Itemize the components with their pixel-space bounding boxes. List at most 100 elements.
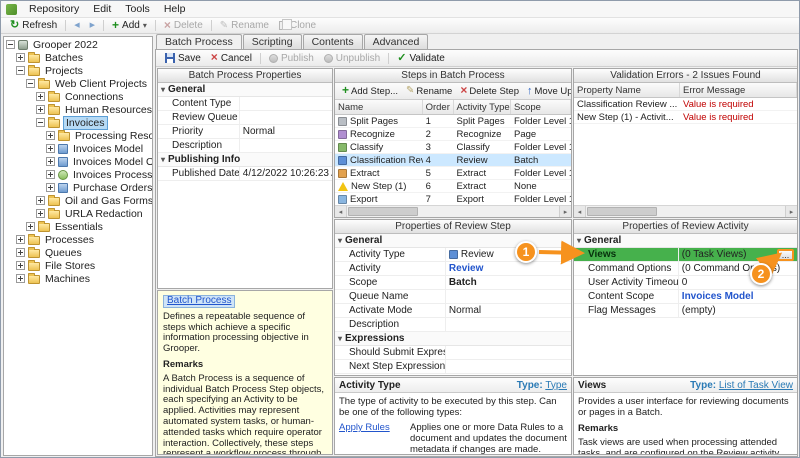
rename-button[interactable]: Rename [215, 18, 274, 33]
property-row-priority[interactable]: PriorityNormal [158, 125, 332, 139]
expand-icon[interactable] [46, 170, 55, 179]
collapse-icon[interactable] [36, 118, 45, 127]
step-row-split-pages[interactable]: Split Pages1Split PagesFolder Level 1 [335, 115, 571, 128]
apply-rules-link[interactable]: Apply Rules [339, 422, 405, 455]
delete-step-button[interactable]: Delete Step [456, 85, 523, 97]
validate-button[interactable]: Validate [392, 51, 450, 66]
menu-repository[interactable]: Repository [22, 2, 86, 16]
property-row-should-submit-expression[interactable]: Should Submit Expression [335, 346, 571, 360]
tree-item-invoices-process[interactable]: Invoices Process [4, 168, 152, 181]
task-view-link[interactable]: List of Task View [719, 380, 793, 391]
collapse-icon[interactable] [6, 40, 15, 49]
cancel-button[interactable]: Cancel [206, 51, 257, 66]
scrollbar-thumb[interactable] [348, 207, 418, 216]
tree-item-invoices-model-old[interactable]: Invoices Model OLD [4, 155, 152, 168]
add-button[interactable]: Add [107, 18, 152, 33]
rename-step-button[interactable]: Rename [402, 86, 456, 97]
back-button[interactable] [69, 18, 84, 33]
tree-item-processes[interactable]: Processes [4, 233, 152, 246]
property-row-description[interactable]: Description [335, 318, 571, 332]
batch-process-link[interactable]: Batch Process [163, 295, 235, 308]
menu-help[interactable]: Help [157, 2, 193, 16]
expand-icon[interactable] [16, 274, 25, 283]
tree-item-grooper-2022[interactable]: Grooper 2022 [4, 38, 152, 51]
tree-item-queues[interactable]: Queues [4, 246, 152, 259]
property-row-activity[interactable]: ActivityReview [335, 262, 571, 276]
collapse-icon[interactable] [16, 66, 25, 75]
menu-tools[interactable]: Tools [118, 2, 157, 16]
property-row-next-step-expression[interactable]: Next Step Expression [335, 360, 571, 374]
property-row-content-type[interactable]: Content Type [158, 97, 332, 111]
refresh-button[interactable]: Refresh [5, 18, 62, 33]
tree-item-file-stores[interactable]: File Stores [4, 259, 152, 272]
scroll-left-button[interactable] [574, 206, 586, 217]
unpublish-button[interactable]: Unpublish [319, 51, 385, 66]
scroll-right-button[interactable] [785, 206, 797, 217]
tree-item-invoices-model[interactable]: Invoices Model [4, 142, 152, 155]
expand-icon[interactable] [36, 92, 45, 101]
expand-icon[interactable] [16, 235, 25, 244]
property-row-views[interactable]: Views(0 Task Views)... [574, 248, 797, 262]
expand-icon[interactable] [16, 248, 25, 257]
expand-icon[interactable] [36, 105, 45, 114]
column-scope[interactable]: Scope [511, 100, 571, 114]
column-error-message[interactable]: Error Message [680, 83, 797, 97]
expand-icon[interactable] [36, 209, 45, 218]
type-link[interactable]: Type [545, 380, 567, 391]
property-value[interactable]: Review [446, 262, 571, 275]
add-step-button[interactable]: Add Step... [338, 85, 402, 97]
publish-button[interactable]: Publish [264, 51, 319, 66]
tree-item-machines[interactable]: Machines [4, 272, 152, 285]
property-row-activate-mode[interactable]: Activate ModeNormal [335, 304, 571, 318]
tab-batch-process[interactable]: Batch Process [156, 34, 242, 49]
horizontal-scrollbar[interactable] [335, 205, 571, 217]
property-row-scope[interactable]: ScopeBatch [335, 276, 571, 290]
expand-icon[interactable] [46, 144, 55, 153]
forward-button[interactable] [85, 18, 100, 33]
scroll-left-button[interactable] [335, 206, 347, 217]
tree-item-urla-redaction[interactable]: URLA Redaction [4, 207, 152, 220]
scrollbar-thumb[interactable] [587, 207, 657, 216]
move-up-button[interactable]: Move Up [523, 86, 572, 97]
expand-icon[interactable] [16, 53, 25, 62]
tree-item-purchase-orders[interactable]: Purchase Orders [4, 181, 152, 194]
tree-item-web-client-projects[interactable]: Web Client Projects [4, 77, 152, 90]
tree-item-processing-resources[interactable]: Processing Resources [4, 129, 152, 142]
step-row-new-step-1[interactable]: New Step (1)6ExtractNone [335, 180, 571, 193]
tree-item-oil-and-gas-forms[interactable]: Oil and Gas Forms [4, 194, 152, 207]
tree-item-essentials[interactable]: Essentials [4, 220, 152, 233]
group-expressions[interactable]: Expressions [335, 332, 571, 346]
property-row-description[interactable]: Description [158, 139, 332, 153]
clone-button[interactable]: Clone [274, 18, 321, 33]
group-general[interactable]: General [574, 234, 797, 248]
property-row-review-queue[interactable]: Review Queue [158, 111, 332, 125]
collapse-icon[interactable] [26, 79, 35, 88]
expand-icon[interactable] [46, 157, 55, 166]
property-row-content-scope[interactable]: Content ScopeInvoices Model [574, 290, 797, 304]
expand-icon[interactable] [46, 131, 55, 140]
column-property-name[interactable]: Property Name [574, 83, 680, 97]
tree-item-human-resources[interactable]: Human Resources [4, 103, 152, 116]
group-publishing-info[interactable]: Publishing Info [158, 153, 332, 167]
tree-item-invoices[interactable]: Invoices [4, 116, 152, 129]
horizontal-scrollbar[interactable] [574, 205, 797, 217]
tree-item-projects[interactable]: Projects [4, 64, 152, 77]
validation-row[interactable]: New Step (1) - Activit...Value is requir… [574, 111, 797, 124]
property-row-queue-name[interactable]: Queue Name [335, 290, 571, 304]
delete-button[interactable]: Delete [159, 18, 208, 33]
validation-row[interactable]: Classification Review ...Value is requir… [574, 98, 797, 111]
views-ellipsis-button[interactable]: ... [777, 249, 794, 261]
step-row-extract[interactable]: Extract5ExtractFolder Level 1 [335, 167, 571, 180]
step-row-classification-review[interactable]: Classification Review4ReviewBatch [335, 154, 571, 167]
tree-item-connections[interactable]: Connections [4, 90, 152, 103]
column-order[interactable]: Order [423, 100, 454, 114]
column-activity-type[interactable]: Activity Type [454, 100, 511, 114]
expand-icon[interactable] [46, 183, 55, 192]
step-row-classify[interactable]: Classify3ClassifyFolder Level 1 [335, 141, 571, 154]
tab-advanced[interactable]: Advanced [364, 34, 429, 49]
tree-item-batches[interactable]: Batches [4, 51, 152, 64]
save-button[interactable]: Save [160, 51, 206, 66]
group-general[interactable]: General [158, 83, 332, 97]
tab-scripting[interactable]: Scripting [243, 34, 302, 49]
property-value[interactable]: Invoices Model [679, 290, 797, 303]
